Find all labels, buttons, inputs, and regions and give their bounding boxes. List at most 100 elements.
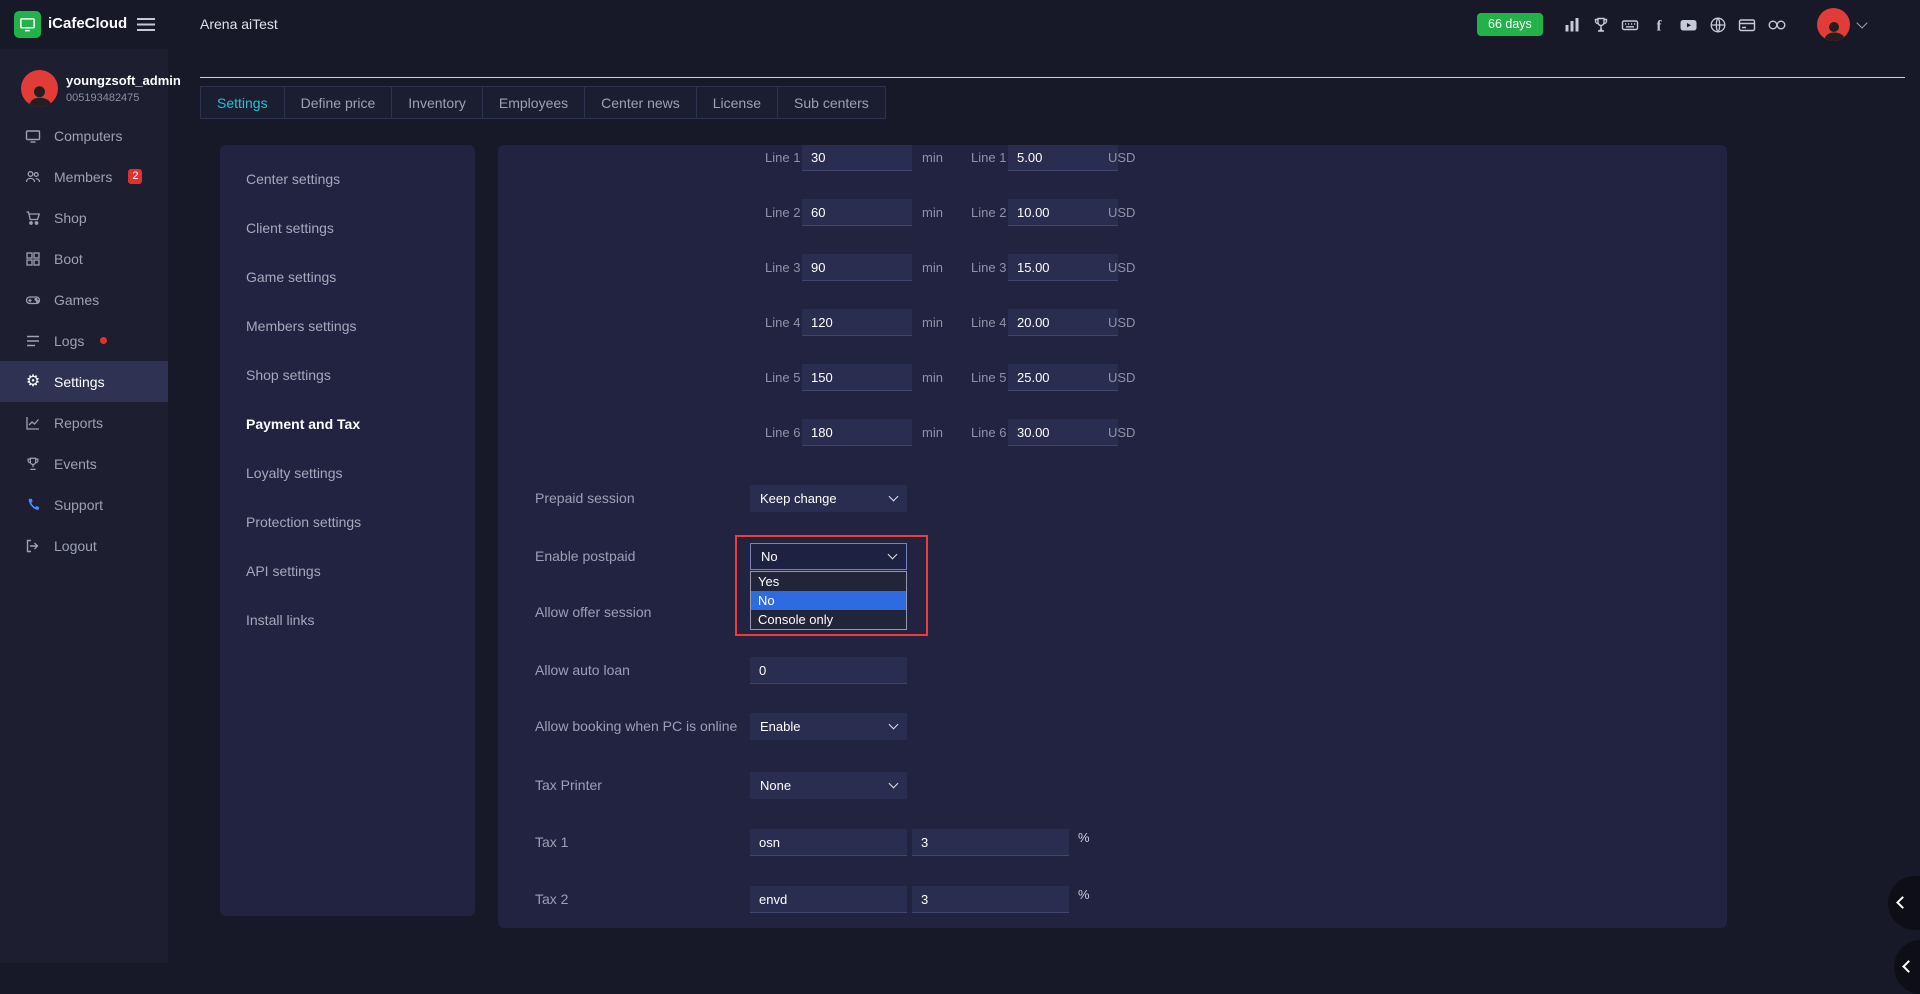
postpaid-option-yes[interactable]: Yes [751, 572, 906, 591]
youtube-icon[interactable] [1679, 16, 1698, 34]
settings-nav-shop-settings[interactable]: Shop settings [220, 350, 475, 399]
sidebar-item-members[interactable]: Members 2 [0, 156, 168, 197]
line2-minutes-input[interactable] [802, 199, 912, 226]
sidebar-menu: Computers Members 2 Shop Boot Games [0, 115, 168, 566]
allow-booking-select[interactable]: Enable [750, 713, 907, 740]
enable-postpaid-select[interactable]: No [750, 543, 907, 570]
tab-employees[interactable]: Employees [483, 87, 585, 118]
sidebar-item-events[interactable]: Events [0, 443, 168, 484]
chevron-left-icon [1902, 960, 1915, 973]
sidebar-item-label: Settings [54, 374, 105, 390]
sidebar-item-shop[interactable]: Shop [0, 197, 168, 238]
tab-inventory[interactable]: Inventory [392, 87, 483, 118]
chevron-down-icon [889, 720, 899, 730]
line2-price-input[interactable] [1008, 199, 1118, 226]
settings-nav-loyalty-settings[interactable]: Loyalty settings [220, 448, 475, 497]
postpaid-option-console-only[interactable]: Console only [751, 610, 906, 629]
tax1-rate-input[interactable] [912, 829, 1069, 856]
line4-minutes-input[interactable] [802, 309, 912, 336]
phone-icon [24, 497, 42, 512]
billing-icon[interactable] [1738, 16, 1756, 34]
sidebar-item-label: Events [54, 456, 97, 472]
line3-price-label: Line 3 [971, 254, 1006, 281]
line6-minutes-input[interactable] [802, 419, 912, 446]
line4-price-input[interactable] [1008, 309, 1118, 336]
sidebar-item-label: Computers [54, 128, 122, 144]
gamepad-icon [24, 292, 42, 308]
boot-icon [24, 251, 42, 267]
line5-price-label: Line 5 [971, 364, 1006, 391]
line5-minutes-input[interactable] [802, 364, 912, 391]
sidebar-item-label: Logout [54, 538, 97, 554]
allow-offer-session-label: Allow offer session [535, 599, 651, 626]
sidebar-item-settings[interactable]: ⚙ Settings [0, 361, 168, 402]
settings-nav-game-settings[interactable]: Game settings [220, 252, 475, 301]
monitor-icon [24, 128, 42, 144]
line5-price-input[interactable] [1008, 364, 1118, 391]
header-divider [200, 77, 1905, 78]
settings-nav-center-settings[interactable]: Center settings [220, 154, 475, 203]
tournament-icon[interactable] [1592, 16, 1610, 34]
chart-icon [24, 415, 42, 431]
tax2-name-input[interactable] [750, 886, 907, 913]
sidebar-item-computers[interactable]: Computers [0, 115, 168, 156]
collapse-panel-button-2[interactable] [1894, 940, 1920, 994]
sidebar-item-logout[interactable]: Logout [0, 525, 168, 566]
caret-down-icon[interactable] [1856, 17, 1867, 28]
menu-toggle-icon[interactable] [136, 17, 156, 32]
app-logo-icon[interactable] [14, 11, 41, 38]
tab-center-news[interactable]: Center news [585, 87, 697, 118]
sidebar-item-reports[interactable]: Reports [0, 402, 168, 443]
allow-auto-loan-input[interactable] [750, 657, 907, 684]
tax2-rate-input[interactable] [912, 886, 1069, 913]
sidebar-item-label: Reports [54, 415, 103, 431]
settings-nav: Center settings Client settings Game set… [220, 145, 475, 916]
sidebar-item-support[interactable]: Support [0, 484, 168, 525]
sidebar-item-logs[interactable]: Logs [0, 320, 168, 361]
chevron-down-icon [888, 550, 898, 560]
line3-minutes-input[interactable] [802, 254, 912, 281]
stats-icon[interactable] [1563, 16, 1581, 34]
user-avatar[interactable] [1817, 8, 1850, 41]
tab-settings[interactable]: Settings [201, 87, 285, 118]
line4-label: Line 4 [765, 309, 800, 336]
partners-icon[interactable] [1767, 16, 1787, 34]
tab-sub-centers[interactable]: Sub centers [778, 87, 885, 118]
facebook-icon[interactable]: f [1650, 16, 1668, 34]
sidebar-user-id: 005193482475 [66, 92, 139, 104]
settings-nav-members-settings[interactable]: Members settings [220, 301, 475, 350]
cart-icon [24, 210, 42, 226]
postpaid-option-no[interactable]: No [751, 591, 906, 610]
website-icon[interactable] [1709, 16, 1727, 34]
prepaid-session-select[interactable]: Keep change [750, 485, 907, 512]
collapse-panel-button[interactable] [1888, 876, 1920, 930]
license-days-badge[interactable]: 66 days [1477, 13, 1543, 36]
tax1-name-input[interactable] [750, 829, 907, 856]
sidebar-item-boot[interactable]: Boot [0, 238, 168, 279]
users-icon [24, 169, 42, 185]
tax2-label: Tax 2 [535, 886, 568, 913]
settings-nav-protection-settings[interactable]: Protection settings [220, 497, 475, 546]
line2-price-unit: USD [1108, 199, 1135, 226]
sidebar-item-label: Boot [54, 251, 83, 267]
tab-define-price[interactable]: Define price [285, 87, 393, 118]
sidebar-user-avatar[interactable] [21, 70, 58, 107]
line1-price-input[interactable] [1008, 145, 1118, 171]
settings-nav-client-settings[interactable]: Client settings [220, 203, 475, 252]
line6-price-input[interactable] [1008, 419, 1118, 446]
settings-nav-install-links[interactable]: Install links [220, 595, 475, 644]
settings-nav-api-settings[interactable]: API settings [220, 546, 475, 595]
line5-price-unit: USD [1108, 364, 1135, 391]
logout-icon [24, 538, 42, 554]
allow-auto-loan-label: Allow auto loan [535, 657, 630, 684]
console-icon[interactable] [1621, 16, 1639, 34]
sidebar-item-games[interactable]: Games [0, 279, 168, 320]
settings-nav-payment-and-tax[interactable]: Payment and Tax [220, 399, 475, 448]
tax-printer-select[interactable]: None [750, 772, 907, 799]
line3-label: Line 3 [765, 254, 800, 281]
line3-price-input[interactable] [1008, 254, 1118, 281]
line1-minutes-input[interactable] [802, 145, 912, 171]
brand-name: iCafeCloud [48, 15, 127, 32]
line1-label: Line 1 [765, 145, 800, 171]
tab-license[interactable]: License [697, 87, 778, 118]
